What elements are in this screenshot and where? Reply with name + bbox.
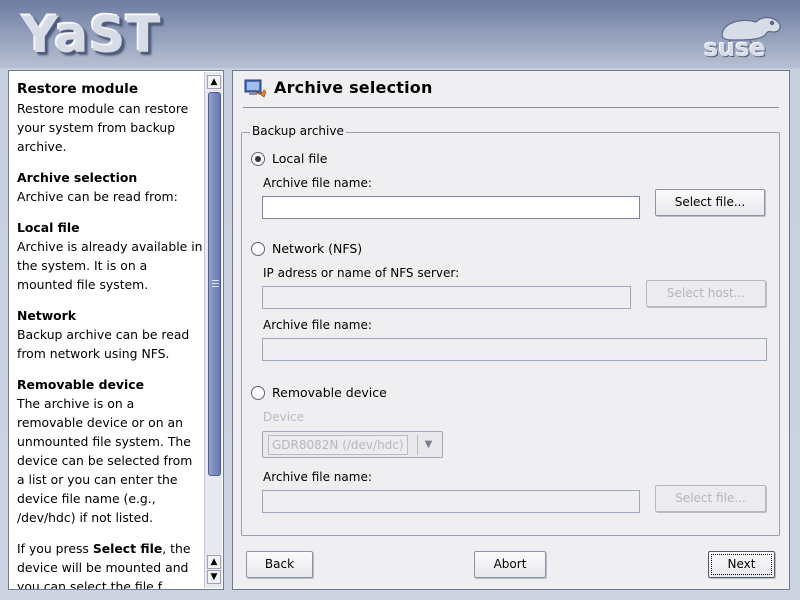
network-nfs-radio[interactable]: Network (NFS) (251, 241, 362, 256)
local-archive-file-input[interactable] (262, 196, 640, 219)
help-heading: Archive selection (17, 170, 138, 185)
abort-button[interactable]: Abort (474, 551, 546, 578)
help-paragraph: Archive can be read from: (17, 189, 178, 204)
restore-archive-icon (244, 79, 267, 98)
help-paragraph: Restore module can restore your system f… (17, 101, 189, 154)
device-label: Device (263, 410, 305, 424)
network-nfs-radio-label: Network (NFS) (272, 241, 363, 256)
help-heading: Local file (17, 220, 80, 235)
removable-device-radio-label: Removable device (272, 385, 387, 400)
removable-archive-file-input[interactable] (262, 490, 640, 513)
group-label: Backup archive (250, 124, 346, 138)
scroll-up-arrow-icon[interactable]: ▲ (207, 555, 221, 569)
yast-logo: YaST (22, 6, 162, 64)
help-heading: Network (17, 308, 77, 323)
page-title: Archive selection (274, 78, 433, 97)
help-scrollbar[interactable]: ▲ ▲ ▼ (204, 72, 222, 588)
help-paragraph: Archive is already available in the syst… (17, 239, 203, 292)
help-text: Restore module Restore module can restor… (17, 79, 203, 590)
radio-unchecked-icon (251, 385, 265, 400)
help-panel: Restore module Restore module can restor… (8, 70, 224, 590)
radio-unchecked-icon (251, 241, 265, 256)
select-host-button[interactable]: Select host... (646, 280, 766, 307)
next-button[interactable]: Next (708, 551, 775, 578)
suse-logo: suse (704, 34, 766, 62)
scroll-down-arrow-icon[interactable]: ▼ (207, 570, 221, 584)
removable-device-radio[interactable]: Removable device (251, 385, 387, 400)
local-archive-file-label: Archive file name: (263, 176, 372, 190)
back-button[interactable]: Back (246, 551, 313, 578)
device-combobox-value: GDR8082N (/dev/hdc) (268, 435, 408, 455)
nfs-server-input[interactable] (262, 286, 631, 309)
scroll-up-arrow-icon[interactable]: ▲ (207, 75, 221, 89)
local-file-radio-label: Local file (272, 151, 328, 166)
removable-select-file-button[interactable]: Select file... (655, 485, 766, 512)
main-panel: Archive selection Backup archive Local f… (232, 70, 790, 590)
removable-archive-file-label: Archive file name: (263, 470, 372, 484)
network-archive-file-input[interactable] (262, 338, 767, 361)
help-paragraph: If you press Select file, the device wil… (17, 541, 191, 590)
scrollbar-thumb[interactable] (208, 92, 221, 476)
help-paragraph: Backup archive can be read from network … (17, 327, 190, 361)
local-select-file-button[interactable]: Select file... (655, 189, 765, 216)
nfs-server-label: IP adress or name of NFS server: (263, 266, 460, 280)
radio-checked-icon (251, 151, 265, 166)
dropdown-arrow-icon[interactable]: ▼ (417, 435, 439, 455)
title-divider (243, 107, 779, 108)
local-file-radio[interactable]: Local file (251, 151, 327, 166)
help-heading: Removable device (17, 377, 144, 392)
help-paragraph: The archive is on a removable device or … (17, 396, 193, 525)
device-combobox[interactable]: GDR8082N (/dev/hdc) ▼ (262, 431, 443, 458)
help-heading: Restore module (17, 81, 139, 97)
network-archive-file-label: Archive file name: (263, 318, 372, 332)
